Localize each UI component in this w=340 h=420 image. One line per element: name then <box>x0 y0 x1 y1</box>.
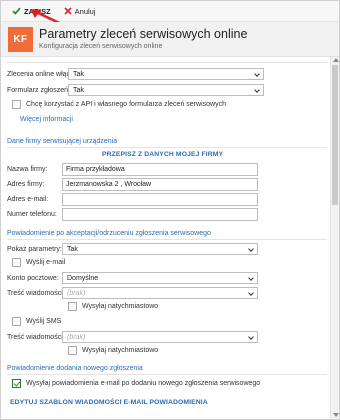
company-phone-input[interactable] <box>62 208 258 221</box>
orders-enabled-row: Zlecenia online włączone: Tak <box>7 68 264 80</box>
chevron-down-icon <box>248 275 254 281</box>
mail-account-row: Konto pocztowe: Domyślne <box>7 272 258 284</box>
send-sms-checkbox[interactable] <box>12 317 21 326</box>
page-header: KF Parametry zleceń serwisowych online K… <box>1 22 339 57</box>
company-email-row: Adres e-mail: <box>7 193 258 206</box>
company-name-row: Nazwa firmy: Firma przykładowa <box>7 163 258 176</box>
new-order-section-title: Powiadomienie dodania nowego zgłoszenia <box>7 365 143 372</box>
scroll-up-icon[interactable] <box>333 58 339 62</box>
message-select[interactable]: (brak) <box>62 287 258 299</box>
company-address-input[interactable]: Jerzmanowska 2 , Wrocław <box>62 178 258 191</box>
send-now-checkbox[interactable] <box>68 302 77 311</box>
send-sms-row: Wyślij SMS <box>12 317 61 326</box>
send-now-label: Wysyłaj natychmiastowo <box>82 303 159 310</box>
edit-template-link[interactable]: EDYTUJ SZABLON WIADOMOŚCI E-MAIL POWIADO… <box>10 399 208 406</box>
send-email-row: Wyślij e-mail <box>12 258 65 267</box>
message-label: Treść wiadomości: <box>7 289 65 297</box>
send-email-label: Wyślij e-mail <box>26 259 66 266</box>
api-checkbox[interactable] <box>12 100 21 109</box>
orders-enabled-value: Tak <box>73 70 84 78</box>
notification-section-title: Powiadomienie po akceptacji/odrzuceniu z… <box>7 230 211 237</box>
page-title: Parametry zleceń serwisowych online <box>39 27 248 41</box>
company-address-label: Adres firmy: <box>7 181 45 188</box>
divider <box>7 239 327 240</box>
page-subtitle: Konfiguracja zleceń serwisowych online <box>39 43 163 50</box>
form-enabled-select[interactable]: Tak <box>68 84 264 96</box>
new-order-checkbox[interactable] <box>12 379 21 388</box>
divider <box>7 62 327 63</box>
sms-send-now-label: Wysyłaj natychmiastowo <box>82 347 159 354</box>
api-checkbox-row: Chcę korzystać z API i własnego formular… <box>12 100 226 109</box>
show-params-label: Pokaż parametry: <box>7 245 62 253</box>
cancel-button-label: Anuluj <box>74 6 96 16</box>
form-enabled-value: Tak <box>73 86 84 94</box>
api-checkbox-label: Chcę korzystać z API i własnego formular… <box>26 101 226 108</box>
company-name-label: Nazwa firmy: <box>7 166 48 173</box>
mail-account-value: Domyślne <box>67 274 99 282</box>
sms-send-now-checkbox[interactable] <box>68 346 77 355</box>
chevron-down-icon <box>254 87 260 93</box>
new-order-checkbox-row: Wysyłaj powiadomienia e-mail po dodaniu … <box>12 379 260 388</box>
company-name-input[interactable]: Firma przykładowa <box>62 163 258 176</box>
company-email-input[interactable] <box>62 193 258 206</box>
checkmark-icon <box>12 7 21 15</box>
form-enabled-label: Formularz zgłoszeń włączony: <box>7 86 101 94</box>
sms-send-now-row: Wysyłaj natychmiastowo <box>68 346 158 355</box>
sms-message-label: Treść wiadomości: <box>7 333 65 341</box>
vertical-scrollbar[interactable] <box>330 57 339 419</box>
form-enabled-row: Formularz zgłoszeń włączony: Tak <box>7 84 264 96</box>
send-now-row: Wysyłaj natychmiastowo <box>68 302 158 311</box>
company-section-title: Dane firmy serwisującej urządzenia <box>7 138 118 145</box>
scroll-down-icon[interactable] <box>333 413 339 417</box>
sms-message-select[interactable]: (brak) <box>62 331 258 343</box>
chevron-down-icon <box>248 334 254 340</box>
divider <box>7 147 327 148</box>
copy-company-data-link[interactable]: PRZEPISZ Z DANYCH MOJEJ FIRMY <box>102 151 223 158</box>
chevron-down-icon <box>248 290 254 296</box>
new-order-checkbox-label: Wysyłaj powiadomienia e-mail po dodaniu … <box>26 380 261 387</box>
orders-enabled-label: Zlecenia online włączone: <box>7 70 88 78</box>
send-sms-label: Wyślij SMS <box>26 318 62 325</box>
sms-message-value: (brak) <box>67 333 86 341</box>
message-row: Treść wiadomości: (brak) <box>7 287 258 299</box>
mail-account-label: Konto pocztowe: <box>7 274 59 282</box>
company-address-row: Adres firmy: Jerzmanowska 2 , Wrocław <box>7 178 258 191</box>
app-logo: KF <box>8 27 33 52</box>
mail-account-select[interactable]: Domyślne <box>62 272 258 284</box>
sms-message-row: Treść wiadomości: (brak) <box>7 331 258 343</box>
send-email-checkbox[interactable] <box>12 258 21 267</box>
divider <box>7 374 327 375</box>
company-phone-row: Numer telefonu: <box>7 208 258 221</box>
chevron-down-icon <box>248 246 254 252</box>
chevron-down-icon <box>254 71 260 77</box>
message-value: (brak) <box>67 289 86 297</box>
show-params-select[interactable]: Tak <box>62 243 258 255</box>
more-info-link[interactable]: Więcej informacji <box>20 116 73 123</box>
orders-enabled-select[interactable]: Tak <box>68 68 264 80</box>
company-phone-label: Numer telefonu: <box>7 211 57 218</box>
show-params-value: Tak <box>67 245 78 253</box>
company-email-label: Adres e-mail: <box>7 196 49 203</box>
scrollbar-thumb[interactable] <box>332 65 338 205</box>
show-params-row: Pokaż parametry: Tak <box>7 243 258 255</box>
